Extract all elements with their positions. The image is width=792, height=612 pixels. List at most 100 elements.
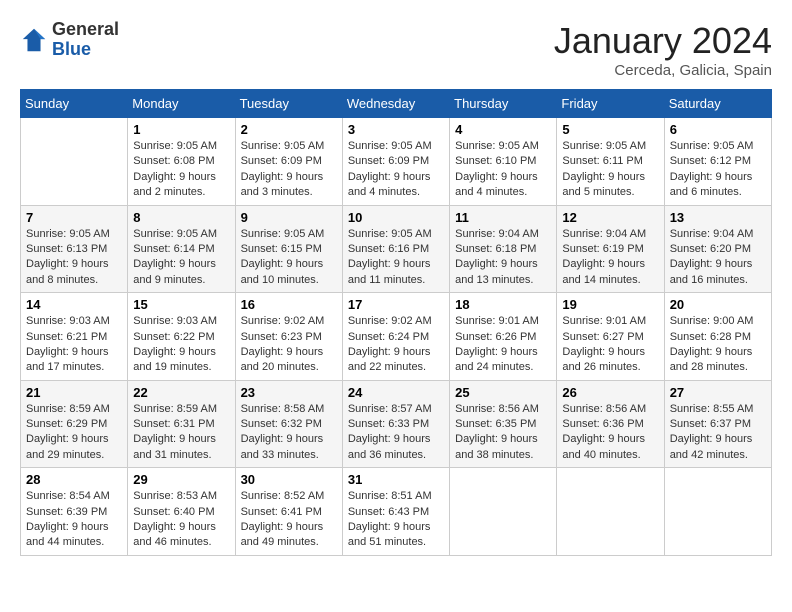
day-cell: 7 Sunrise: 9:05 AMSunset: 6:13 PMDaylight…: [21, 205, 128, 293]
day-info: Sunrise: 9:03 AMSunset: 6:21 PMDaylight:…: [26, 314, 122, 376]
day-cell: 3 Sunrise: 9:05 AMSunset: 6:09 PMDaylight…: [342, 118, 449, 206]
day-info: Sunrise: 9:05 AMSunset: 6:13 PMDaylight:…: [26, 227, 122, 289]
day-number: 25: [455, 385, 551, 400]
week-row-3: 21 Sunrise: 8:59 AMSunset: 6:29 PMDayligh…: [21, 380, 772, 468]
day-cell: 17 Sunrise: 9:02 AMSunset: 6:24 PMDayligh…: [342, 293, 449, 381]
day-info: Sunrise: 9:02 AMSunset: 6:24 PMDaylight:…: [348, 314, 444, 376]
day-cell: 6 Sunrise: 9:05 AMSunset: 6:12 PMDaylight…: [664, 118, 771, 206]
day-cell: 4 Sunrise: 9:05 AMSunset: 6:10 PMDaylight…: [450, 118, 557, 206]
day-info: Sunrise: 9:00 AMSunset: 6:28 PMDaylight:…: [670, 314, 766, 376]
day-cell: 18 Sunrise: 9:01 AMSunset: 6:26 PMDayligh…: [450, 293, 557, 381]
location: Cerceda, Galicia, Spain: [554, 62, 772, 79]
day-info: Sunrise: 8:56 AMSunset: 6:35 PMDaylight:…: [455, 402, 551, 464]
day-info: Sunrise: 9:01 AMSunset: 6:27 PMDaylight:…: [562, 314, 658, 376]
day-cell: 2 Sunrise: 9:05 AMSunset: 6:09 PMDaylight…: [235, 118, 342, 206]
day-info: Sunrise: 8:58 AMSunset: 6:32 PMDaylight:…: [241, 402, 337, 464]
day-info: Sunrise: 9:03 AMSunset: 6:22 PMDaylight:…: [133, 314, 229, 376]
day-number: 3: [348, 122, 444, 137]
day-cell: [21, 118, 128, 206]
day-info: Sunrise: 9:05 AMSunset: 6:12 PMDaylight:…: [670, 139, 766, 201]
day-number: 13: [670, 210, 766, 225]
header-cell-wednesday: Wednesday: [342, 90, 449, 118]
day-cell: 31Sunrise: 8:51 AMSunset: 6:43 PMDayligh…: [342, 468, 449, 556]
day-info: Sunrise: 8:59 AMSunset: 6:31 PMDaylight:…: [133, 402, 229, 464]
week-row-1: 7 Sunrise: 9:05 AMSunset: 6:13 PMDaylight…: [21, 205, 772, 293]
day-cell: 23 Sunrise: 8:58 AMSunset: 6:32 PMDayligh…: [235, 380, 342, 468]
day-number: 11: [455, 210, 551, 225]
week-row-4: 28 Sunrise: 8:54 AMSunset: 6:39 PMDayligh…: [21, 468, 772, 556]
logo-text: General Blue: [52, 20, 119, 60]
day-info: Sunrise: 8:54 AMSunset: 6:39 PMDaylight:…: [26, 489, 122, 551]
calendar-header: SundayMondayTuesdayWednesdayThursdayFrid…: [21, 90, 772, 118]
day-info: Sunrise: 8:56 AMSunset: 6:36 PMDaylight:…: [562, 402, 658, 464]
day-number: 10: [348, 210, 444, 225]
day-info: Sunrise: 9:05 AMSunset: 6:14 PMDaylight:…: [133, 227, 229, 289]
day-info: Sunrise: 9:05 AMSunset: 6:08 PMDaylight:…: [133, 139, 229, 201]
day-number: 24: [348, 385, 444, 400]
day-info: Sunrise: 8:55 AMSunset: 6:37 PMDaylight:…: [670, 402, 766, 464]
day-cell: 10 Sunrise: 9:05 AMSunset: 6:16 PMDayligh…: [342, 205, 449, 293]
day-number: 7: [26, 210, 122, 225]
day-number: 31: [348, 472, 444, 487]
week-row-0: 1 Sunrise: 9:05 AMSunset: 6:08 PMDaylight…: [21, 118, 772, 206]
header-cell-friday: Friday: [557, 90, 664, 118]
day-cell: 22 Sunrise: 8:59 AMSunset: 6:31 PMDayligh…: [128, 380, 235, 468]
day-number: 5: [562, 122, 658, 137]
day-number: 15: [133, 297, 229, 312]
logo: General Blue: [20, 20, 119, 60]
page-header: General Blue January 2024 Cerceda, Galic…: [20, 20, 772, 79]
day-number: 20: [670, 297, 766, 312]
day-cell: 12Sunrise: 9:04 AMSunset: 6:19 PMDayligh…: [557, 205, 664, 293]
week-row-2: 14Sunrise: 9:03 AMSunset: 6:21 PMDayligh…: [21, 293, 772, 381]
day-info: Sunrise: 9:05 AMSunset: 6:09 PMDaylight:…: [241, 139, 337, 201]
header-cell-tuesday: Tuesday: [235, 90, 342, 118]
title-block: January 2024 Cerceda, Galicia, Spain: [554, 20, 772, 79]
logo-icon: [20, 26, 48, 54]
day-number: 21: [26, 385, 122, 400]
day-number: 4: [455, 122, 551, 137]
day-info: Sunrise: 9:05 AMSunset: 6:16 PMDaylight:…: [348, 227, 444, 289]
day-number: 19: [562, 297, 658, 312]
day-info: Sunrise: 8:52 AMSunset: 6:41 PMDaylight:…: [241, 489, 337, 551]
day-number: 9: [241, 210, 337, 225]
day-cell: 8Sunrise: 9:05 AMSunset: 6:14 PMDaylight…: [128, 205, 235, 293]
day-info: Sunrise: 9:05 AMSunset: 6:09 PMDaylight:…: [348, 139, 444, 201]
day-cell: 19 Sunrise: 9:01 AMSunset: 6:27 PMDayligh…: [557, 293, 664, 381]
day-number: 6: [670, 122, 766, 137]
day-number: 22: [133, 385, 229, 400]
day-number: 16: [241, 297, 337, 312]
day-cell: 27 Sunrise: 8:55 AMSunset: 6:37 PMDayligh…: [664, 380, 771, 468]
day-number: 1: [133, 122, 229, 137]
day-info: Sunrise: 9:04 AMSunset: 6:19 PMDaylight:…: [562, 227, 658, 289]
day-info: Sunrise: 9:05 AMSunset: 6:10 PMDaylight:…: [455, 139, 551, 201]
day-cell: 26 Sunrise: 8:56 AMSunset: 6:36 PMDayligh…: [557, 380, 664, 468]
day-info: Sunrise: 9:04 AMSunset: 6:20 PMDaylight:…: [670, 227, 766, 289]
day-number: 2: [241, 122, 337, 137]
day-number: 18: [455, 297, 551, 312]
day-number: 26: [562, 385, 658, 400]
day-cell: 29Sunrise: 8:53 AMSunset: 6:40 PMDayligh…: [128, 468, 235, 556]
day-info: Sunrise: 8:53 AMSunset: 6:40 PMDaylight:…: [133, 489, 229, 551]
day-number: 28: [26, 472, 122, 487]
day-info: Sunrise: 9:01 AMSunset: 6:26 PMDaylight:…: [455, 314, 551, 376]
day-cell: 25 Sunrise: 8:56 AMSunset: 6:35 PMDayligh…: [450, 380, 557, 468]
day-cell: 1 Sunrise: 9:05 AMSunset: 6:08 PMDaylight…: [128, 118, 235, 206]
day-number: 27: [670, 385, 766, 400]
header-cell-thursday: Thursday: [450, 90, 557, 118]
day-number: 23: [241, 385, 337, 400]
calendar-table: SundayMondayTuesdayWednesdayThursdayFrid…: [20, 89, 772, 556]
day-cell: 14Sunrise: 9:03 AMSunset: 6:21 PMDayligh…: [21, 293, 128, 381]
month-title: January 2024: [554, 20, 772, 62]
day-number: 30: [241, 472, 337, 487]
day-info: Sunrise: 8:57 AMSunset: 6:33 PMDaylight:…: [348, 402, 444, 464]
day-cell: 16Sunrise: 9:02 AMSunset: 6:23 PMDayligh…: [235, 293, 342, 381]
header-row: SundayMondayTuesdayWednesdayThursdayFrid…: [21, 90, 772, 118]
header-cell-monday: Monday: [128, 90, 235, 118]
day-info: Sunrise: 8:59 AMSunset: 6:29 PMDaylight:…: [26, 402, 122, 464]
day-cell: 30 Sunrise: 8:52 AMSunset: 6:41 PMDayligh…: [235, 468, 342, 556]
day-info: Sunrise: 9:05 AMSunset: 6:15 PMDaylight:…: [241, 227, 337, 289]
calendar-body: 1 Sunrise: 9:05 AMSunset: 6:08 PMDaylight…: [21, 118, 772, 556]
day-number: 17: [348, 297, 444, 312]
day-info: Sunrise: 9:04 AMSunset: 6:18 PMDaylight:…: [455, 227, 551, 289]
day-cell: [450, 468, 557, 556]
